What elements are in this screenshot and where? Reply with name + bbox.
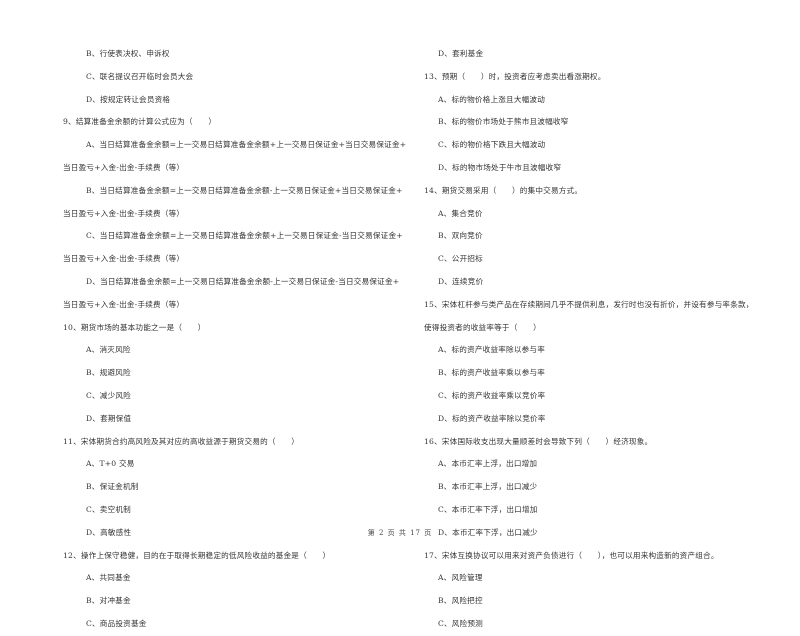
answer-option: B、风险把控: [438, 596, 483, 606]
answer-option: B、双向竞价: [438, 231, 483, 241]
answer-option: D、套期保值: [86, 413, 132, 423]
answer-option: C、卖空机制: [86, 504, 131, 514]
answer-option: C、标的资产收益率乘以竞价率: [438, 390, 546, 400]
answer-option: C、本币汇率下浮，出口增加: [438, 504, 538, 514]
answer-option: A、T+0 交易: [86, 459, 135, 469]
answer-option: D、当日结算准备金余额=上一交易日结算准备金余额-上一交易日保证金-当日交易保证…: [86, 276, 400, 286]
right-column: D、套利基金 13、预期（ ）时，投资者应考虑卖出看涨期权。 A、标的物价格上涨且大…: [424, 43, 794, 636]
answer-option: A、本币汇率上浮，出口增加: [438, 459, 538, 469]
document-page: B、行使表决权、申诉权 C、联名提议召开临时会员大会 D、按规定转让会员资格 9、结算…: [0, 0, 800, 628]
answer-option: C、减少风险: [86, 390, 131, 400]
text-continuation: 当日盈亏+入金-出金-手续费（等）: [63, 162, 185, 172]
answer-option: A、消灭风险: [86, 345, 131, 355]
answer-option: D、套利基金: [438, 49, 484, 58]
question-text: 13、预期（ ）时，投资者应考虑卖出看涨期权。: [424, 71, 606, 81]
question-text: 17、宋体互换协议可以用来对资产负债进行（ ），也可以用来构造新的资产组合。: [424, 550, 719, 560]
answer-option: B、标的物价市场处于熊市且波幅收窄: [438, 117, 569, 127]
answer-option: B、规避风险: [86, 368, 131, 378]
text-continuation: 当日盈亏+入金-出金-手续费（等）: [63, 299, 185, 309]
answer-option: A、标的资产收益率除以参与率: [438, 345, 546, 355]
text-continuation: 使得投资者的收益率等于（ ）: [424, 322, 541, 332]
answer-option: B、标的资产收益率乘以参与率: [438, 368, 546, 378]
answer-option: D、按规定转让会员资格: [86, 94, 171, 104]
text-continuation: 当日盈亏+入金-出金-手续费（等）: [63, 208, 185, 218]
answer-option: C、联名提议召开临时会员大会: [86, 71, 194, 81]
answer-option: A、共同基金: [86, 573, 131, 583]
answer-option: D、标的资产收益率除以竞价率: [438, 413, 546, 423]
answer-option: D、标的物市场处于牛市且波幅收窄: [438, 162, 562, 172]
question-text: 15、宋体杠杆参与类产品在存续期间几乎不提供利息，发行时也没有折价，并设有参与率…: [424, 299, 754, 309]
question-text: 16、宋体国际收支出现大量顺差时会导致下列（ ）经济现象。: [424, 436, 653, 446]
answer-option: C、风险预测: [438, 618, 483, 628]
answer-option: B、当日结算准备金余额=上一交易日结算准备金余额-上一交易日保证金+当日交易保证…: [86, 185, 403, 195]
question-text: 9、结算准备金余额的计算公式应为（ ）: [63, 117, 217, 127]
answer-option: B、对冲基金: [86, 596, 131, 606]
answer-option: B、本币汇率上浮，出口减少: [438, 482, 538, 492]
left-column: B、行使表决权、申诉权 C、联名提议召开临时会员大会 D、按规定转让会员资格 9、结算…: [63, 43, 413, 636]
text-continuation: 当日盈亏+入金-出金-手续费（等）: [63, 254, 185, 264]
page-footer: 第 2 页 共 17 页: [367, 529, 433, 537]
answer-option: A、标的物价格上涨且大幅波动: [438, 94, 546, 104]
answer-option: D、连续竞价: [438, 276, 484, 286]
question-text: 12、操作上保守稳健，目的在于取得长期稳定的低风险收益的基金是（ ）: [63, 550, 331, 560]
answer-option: A、当日结算准备金余额=上一交易日结算准备金余额+上一交易日保证金+当日交易保证…: [86, 140, 407, 150]
answer-option: B、行使表决权、申诉权: [86, 49, 170, 58]
answer-option: A、风险管理: [438, 573, 483, 583]
question-text: 11、宋体期货合约高风险及其对应的高收益源于期货交易的（ ）: [63, 436, 300, 446]
answer-option: B、保证金机制: [86, 482, 139, 492]
answer-option: C、公开招标: [438, 254, 483, 264]
answer-option: A、集合竞价: [438, 208, 483, 218]
question-text: 10、期货市场的基本功能之一是（ ）: [63, 322, 206, 332]
answer-option: C、当日结算准备金余额=上一交易日结算准备金余额+上一交易日保证金-当日交易保证…: [86, 231, 403, 241]
answer-option: C、标的物价格下跌且大幅波动: [438, 140, 546, 150]
question-text: 14、期货交易采用（ ）的集中交易方式。: [424, 185, 583, 195]
answer-option: C、商品投资基金: [86, 618, 147, 628]
